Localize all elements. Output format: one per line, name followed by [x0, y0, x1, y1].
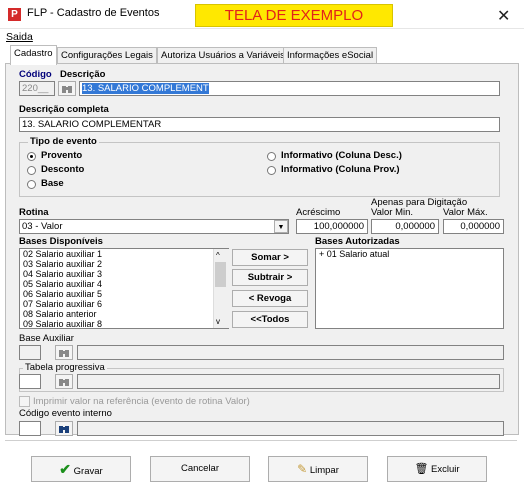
tab-cadastro[interactable]: Cadastro [10, 45, 57, 65]
list-item[interactable]: 08 Salario anterior [20, 309, 228, 319]
radio-base[interactable] [27, 180, 36, 189]
menu-item-saida-label: Saida [6, 31, 33, 43]
close-icon[interactable]: ✕ [497, 6, 510, 26]
rotina-value: 03 - Valor [22, 221, 63, 232]
list-item[interactable]: 02 Salario auxiliar 1 [20, 249, 228, 259]
descricao-field[interactable]: 13. SALARIO COMPLEMENT [79, 81, 500, 96]
descricao-completa-field[interactable]: 13. SALARIO COMPLEMENTAR [19, 117, 500, 132]
descricao-label: Descrição [60, 69, 106, 80]
eraser-icon: ✎ [297, 462, 308, 476]
gravar-button[interactable]: ✔ Gravar [31, 456, 131, 482]
list-item[interactable]: + 01 Salario atual [316, 249, 503, 259]
tabela-progressiva-label: Tabela progressiva [23, 362, 107, 373]
tabela-progressiva-lookup-button[interactable] [55, 374, 73, 389]
radio-informativo-desc[interactable] [267, 152, 276, 161]
bases-disponiveis-list[interactable]: 02 Salario auxiliar 1 03 Salario auxilia… [19, 248, 229, 329]
chevron-down-icon[interactable]: ▼ [274, 220, 288, 233]
limpar-button[interactable]: ✎ Limpar [268, 456, 368, 482]
codigo-evento-interno-label: Código evento interno [19, 408, 112, 419]
valor-min-label: Valor Min. [371, 207, 414, 218]
imprimir-label: Imprimir valor na referência (evento de … [33, 396, 250, 407]
revoga-button[interactable]: < Revoga [232, 290, 308, 307]
app-icon: P [8, 8, 21, 21]
rotina-select[interactable]: 03 - Valor [19, 219, 289, 234]
desconto-label: Desconto [41, 164, 85, 175]
excluir-label: Excluir [431, 464, 460, 475]
base-auxiliar-label: Base Auxiliar [19, 333, 74, 344]
binoculars-icon [59, 426, 69, 433]
base-auxiliar-lookup-button[interactable] [55, 345, 73, 360]
binoculars-icon [59, 350, 69, 357]
codigo-evento-description [77, 421, 504, 436]
binoculars-icon [62, 86, 72, 93]
list-item[interactable]: 04 Salario auxiliar 3 [20, 269, 228, 279]
codigo-lookup-button[interactable] [58, 81, 76, 96]
codigo-label: Código [19, 69, 52, 80]
scroll-thumb[interactable] [215, 262, 226, 287]
acrescimo-label: Acréscimo [296, 207, 341, 218]
check-icon: ✔ [59, 461, 72, 477]
list-item[interactable]: 09 Salario auxiliar 8 [20, 319, 228, 328]
tab-configuracoes-legais[interactable]: Configurações Legais [57, 47, 157, 64]
tab-autoriza-usuarios[interactable]: Autoriza Usuários a Variáveis [157, 47, 289, 64]
provento-label: Provento [41, 150, 83, 161]
subtrair-button[interactable]: Subtrair > [232, 269, 308, 286]
codigo-evento-lookup-button[interactable] [55, 421, 73, 436]
descricao-selected-text: 13. SALARIO COMPLEMENT [82, 83, 209, 94]
valor-max-label: Valor Máx. [443, 207, 488, 218]
gravar-label: Gravar [73, 466, 103, 477]
radio-desconto[interactable] [27, 166, 36, 175]
tab-cadastro-label: Cadastro [14, 48, 53, 59]
menu-item-saida[interactable]: Saida [6, 31, 33, 43]
radio-provento[interactable] [27, 152, 36, 161]
list-item[interactable]: 03 Salario auxiliar 2 [20, 259, 228, 269]
excluir-button[interactable]: 🗑 Excluir [387, 456, 487, 482]
imprimir-checkbox[interactable] [19, 396, 30, 407]
list-item[interactable]: 05 Salario auxiliar 4 [20, 279, 228, 289]
menu-bar [0, 28, 524, 44]
bases-disponiveis-label: Bases Disponíveis [19, 236, 103, 247]
tab-autoriza-label: Autoriza Usuários a Variáveis [161, 50, 285, 61]
tab-configuracoes-label: Configurações Legais [61, 50, 153, 61]
trash-icon: 🗑 [414, 463, 429, 475]
valor-max-field[interactable]: 0,000000 [443, 219, 504, 234]
somar-button[interactable]: Somar > [232, 249, 308, 266]
descricao-completa-label: Descrição completa [19, 104, 109, 115]
list-item[interactable]: 06 Salario auxiliar 5 [20, 289, 228, 299]
informativo-prov-label: Informativo (Coluna Prov.) [281, 164, 400, 175]
codigo-field[interactable]: 220__ [19, 81, 55, 96]
window-title: FLP - Cadastro de Eventos [27, 7, 160, 19]
rotina-label: Rotina [19, 207, 49, 218]
scroll-up-icon[interactable]: ^ [216, 251, 220, 260]
bases-autorizadas-label: Bases Autorizadas [315, 236, 400, 247]
tabela-progressiva-description [77, 374, 500, 389]
radio-informativo-prov[interactable] [267, 166, 276, 175]
todos-button[interactable]: <<Todos [232, 311, 308, 328]
footer-divider [5, 440, 517, 441]
tipo-evento-group [19, 142, 500, 197]
base-label: Base [41, 178, 64, 189]
list-item[interactable]: 07 Salario auxiliar 6 [20, 299, 228, 309]
tab-informacoes-esocial[interactable]: Informações eSocial [283, 47, 378, 64]
bases-autorizadas-list[interactable]: + 01 Salario atual [315, 248, 504, 329]
tipo-evento-title: Tipo de evento [28, 136, 99, 147]
scroll-down-icon[interactable]: v [216, 317, 220, 326]
example-banner: TELA DE EXEMPLO [195, 4, 393, 27]
base-auxiliar-field[interactable] [19, 345, 41, 360]
acrescimo-field[interactable]: 100,000000 [296, 219, 368, 234]
tabela-progressiva-field[interactable] [19, 374, 41, 389]
codigo-evento-interno-field[interactable] [19, 421, 41, 436]
base-auxiliar-description [77, 345, 504, 360]
limpar-label: Limpar [309, 465, 339, 476]
valor-min-field[interactable]: 0,000000 [371, 219, 439, 234]
informativo-desc-label: Informativo (Coluna Desc.) [281, 150, 402, 161]
cancelar-button[interactable]: Cancelar [150, 456, 250, 482]
tab-esocial-label: Informações eSocial [287, 50, 374, 61]
binoculars-icon [59, 379, 69, 386]
